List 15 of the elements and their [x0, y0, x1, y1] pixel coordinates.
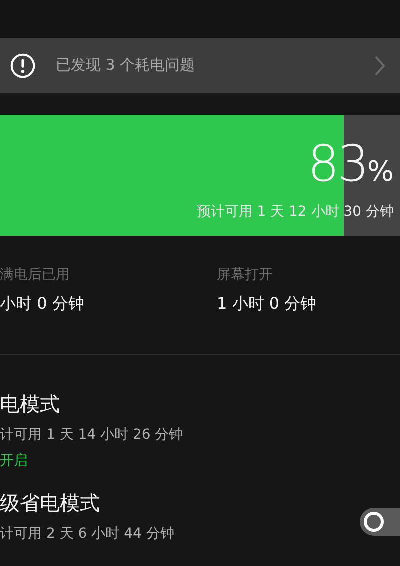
stat-value: 1 小时 0 分钟	[217, 294, 318, 315]
exclamation-icon	[10, 52, 36, 78]
battery-estimate: 预计可用 1 天 12 小时 30 分钟	[196, 203, 394, 221]
toggle-switch[interactable]	[360, 508, 400, 536]
stat-value: 小时 0 分钟	[0, 294, 86, 315]
stat-label: 满电后已用	[0, 266, 71, 284]
mode-estimate: 计可用 2 天 6 小时 44 分钟	[0, 525, 174, 543]
mode-status: 开启	[0, 452, 29, 470]
mode-title: 电模式	[0, 391, 61, 418]
issue-text: 已发现 3 个耗电问题	[56, 56, 196, 75]
issue-banner[interactable]: 已发现 3 个耗电问题	[0, 38, 400, 93]
mode-estimate: 计可用 1 天 14 小时 26 分钟	[0, 426, 184, 444]
stat-label: 屏幕打开	[217, 266, 274, 284]
chevron-icon	[374, 54, 386, 76]
mode-title: 级省电模式	[0, 490, 101, 517]
